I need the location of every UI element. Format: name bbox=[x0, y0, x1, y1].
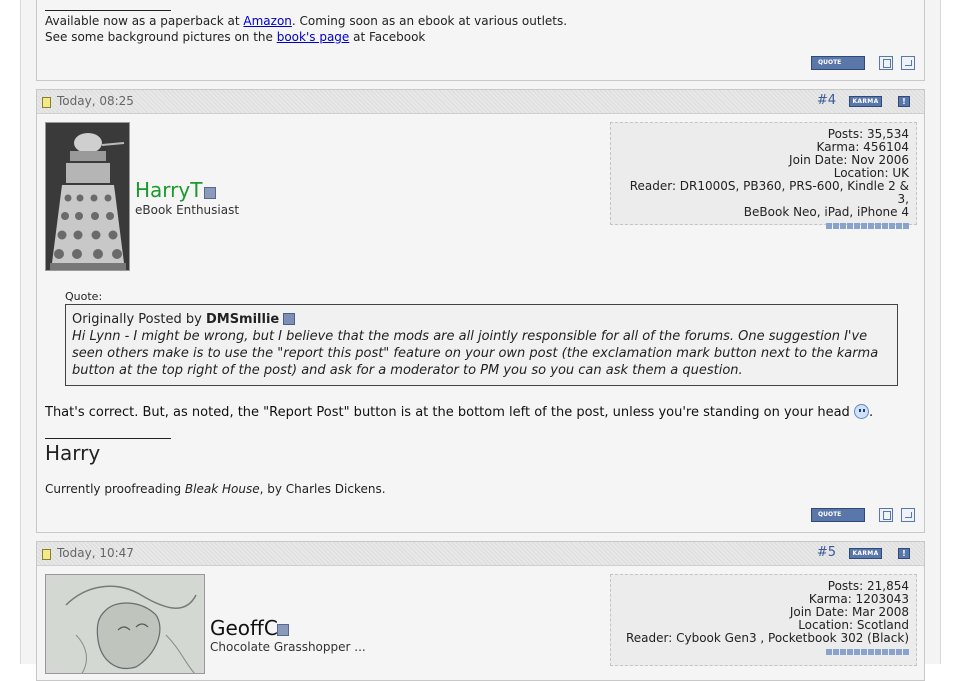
post-header: Today, 08:25 #4 KARMA ! bbox=[37, 90, 924, 114]
view-post-icon[interactable] bbox=[283, 313, 296, 325]
signature-text: Available now as a paperback at bbox=[45, 14, 244, 28]
quote-label: Quote: bbox=[65, 290, 103, 303]
report-post-icon[interactable]: ! bbox=[898, 96, 910, 107]
user-offline-icon bbox=[277, 624, 289, 636]
quick-reply-icon[interactable] bbox=[901, 56, 915, 70]
dalek-avatar-icon bbox=[46, 123, 129, 270]
user-reader: Reader: DR1000S, PB360, PRS-600, Kindle … bbox=[629, 179, 909, 206]
post-number-link[interactable]: #4 bbox=[817, 93, 836, 108]
user-reader-cont: BeBook Neo, iPad, iPhone 4 bbox=[743, 205, 909, 219]
signature-divider bbox=[45, 10, 171, 11]
post-date: Today, 08:25 bbox=[57, 94, 134, 108]
post-previous: Available now as a paperback at Amazon. … bbox=[36, 0, 925, 81]
user-info-box: Posts: 35,534 Karma: 456104 Join Date: N… bbox=[610, 122, 917, 229]
user-offline-icon bbox=[204, 187, 216, 199]
signature-suffix: , by Charles Dickens. bbox=[259, 482, 386, 496]
post-5: Today, 10:47 #5 KARMA ! GeoffC Chocolate… bbox=[36, 541, 925, 681]
post-message: That's correct. But, as noted, the "Repo… bbox=[45, 404, 873, 420]
post-footer-buttons: QUOTE bbox=[806, 56, 916, 72]
reputation-bar bbox=[826, 649, 909, 655]
quote-button[interactable]: QUOTE bbox=[811, 56, 865, 70]
quote-button-label: QUOTE bbox=[818, 59, 842, 66]
amazon-link[interactable]: Amazon bbox=[243, 14, 292, 28]
quote-block: Originally Posted by DMSmillie Hi Lynn -… bbox=[65, 304, 898, 386]
signature-text: . Coming soon as an ebook at various out… bbox=[291, 14, 568, 28]
avatar[interactable] bbox=[45, 574, 205, 674]
message-end: . bbox=[868, 405, 874, 420]
books-page-link[interactable]: book's page bbox=[277, 30, 350, 44]
user-info-box: Posts: 21,854 Karma: 1203043 Join Date: … bbox=[610, 574, 917, 666]
post-date: Today, 10:47 bbox=[57, 546, 134, 560]
quote-button-label: QUOTE bbox=[818, 511, 842, 518]
avatar[interactable] bbox=[45, 122, 130, 271]
signature-text: at Facebook bbox=[349, 30, 426, 44]
post-footer-buttons: QUOTE bbox=[806, 508, 916, 524]
karma-button[interactable]: KARMA bbox=[849, 548, 882, 559]
user-title: eBook Enthusiast bbox=[135, 203, 240, 217]
multi-quote-icon[interactable] bbox=[879, 508, 893, 522]
signature-line-1: Available now as a paperback at Amazon. … bbox=[45, 13, 567, 29]
signature-text: See some background pictures on the bbox=[45, 30, 277, 44]
reputation-bar bbox=[826, 223, 909, 229]
quote-author: DMSmillie bbox=[205, 312, 280, 327]
quote-button[interactable]: QUOTE bbox=[811, 508, 865, 522]
user-reader: Reader: Cybook Gen3 , Pocketbook 302 (Bl… bbox=[626, 631, 909, 645]
quote-attribution: Originally Posted by DMSmillie bbox=[72, 311, 891, 328]
username-link[interactable]: HarryT bbox=[135, 178, 202, 202]
post-number-link[interactable]: #5 bbox=[817, 545, 836, 560]
karma-button[interactable]: KARMA bbox=[849, 96, 882, 107]
signature-line-2: See some background pictures on the book… bbox=[45, 29, 425, 45]
user-title: Chocolate Grasshopper ... bbox=[210, 640, 366, 654]
username-link[interactable]: GeoffC bbox=[210, 616, 278, 640]
quick-reply-icon[interactable] bbox=[901, 508, 915, 522]
post-document-icon bbox=[42, 549, 51, 560]
smiley-icon bbox=[853, 404, 869, 419]
quote-intro: Originally Posted by bbox=[72, 312, 206, 327]
signature-book-title: Bleak House bbox=[184, 482, 260, 496]
quote-text: Hi Lynn - I might be wrong, but I believ… bbox=[72, 329, 879, 378]
signature-prefix: Currently proofreading bbox=[45, 482, 185, 496]
post-header: Today, 10:47 #5 KARMA ! bbox=[37, 542, 924, 566]
post-4: Today, 08:25 #4 KARMA ! HarryT eBook Ent… bbox=[36, 89, 925, 533]
sketch-avatar-icon bbox=[46, 575, 204, 673]
signature-name: Harry bbox=[45, 441, 101, 465]
message-text: That's correct. But, as noted, the "Repo… bbox=[45, 405, 850, 420]
multi-quote-icon[interactable] bbox=[879, 56, 893, 70]
report-post-icon[interactable]: ! bbox=[898, 548, 910, 559]
signature-text: Currently proofreading Bleak House, by C… bbox=[45, 481, 386, 497]
post-document-icon bbox=[42, 97, 51, 108]
signature-divider bbox=[45, 438, 171, 439]
